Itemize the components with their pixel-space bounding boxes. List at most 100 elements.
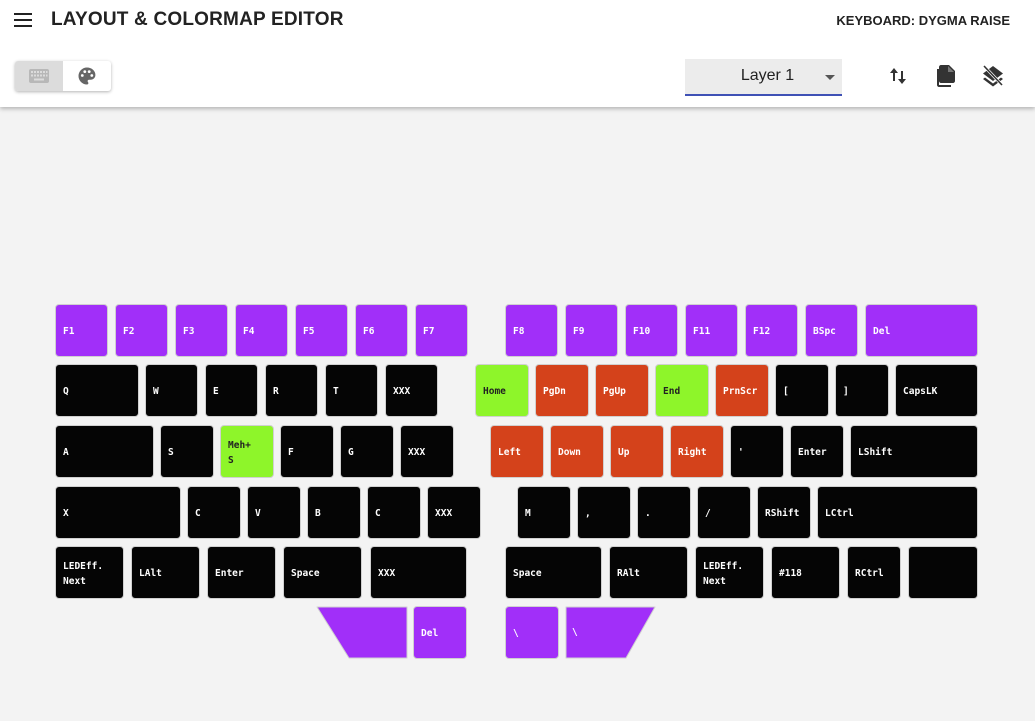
key[interactable]: F11	[685, 304, 738, 357]
key[interactable]: V	[247, 486, 301, 539]
key-label: Down	[558, 447, 581, 458]
key[interactable]: Space	[505, 546, 602, 599]
key[interactable]: C	[187, 486, 241, 539]
key[interactable]: T	[325, 364, 378, 417]
key-label: PrnScr	[723, 386, 758, 397]
key-label: Del	[421, 628, 439, 639]
key[interactable]: XXX	[427, 486, 481, 539]
key-label: Del	[873, 326, 891, 337]
key[interactable]	[908, 546, 978, 599]
key[interactable]: ]	[835, 364, 889, 417]
key[interactable]: F4	[235, 304, 288, 357]
key[interactable]: Right	[670, 425, 724, 478]
key[interactable]: Del	[413, 606, 467, 659]
key[interactable]: F9	[565, 304, 618, 357]
key-label: F6	[363, 326, 375, 337]
key[interactable]: '	[730, 425, 784, 478]
key[interactable]: PgUp	[595, 364, 649, 417]
key[interactable]: RAlt	[609, 546, 688, 599]
key[interactable]: F12	[745, 304, 798, 357]
key[interactable]: Q	[55, 364, 139, 417]
key[interactable]: F8	[505, 304, 558, 357]
key-label: LEDEff. Next	[703, 561, 744, 587]
key-label: .	[645, 508, 651, 519]
key-label: F2	[123, 326, 135, 337]
key[interactable]: S	[160, 425, 214, 478]
key-label: Space	[513, 568, 542, 579]
key-label: '	[738, 447, 744, 458]
key-label: R	[273, 386, 279, 397]
key[interactable]: BSpc	[805, 304, 858, 357]
key-label: F1	[63, 326, 75, 337]
key-label: F10	[633, 326, 651, 337]
key[interactable]: F7	[415, 304, 468, 357]
key[interactable]: XXX	[385, 364, 438, 417]
key-label: F11	[693, 326, 711, 337]
key[interactable]: B	[307, 486, 361, 539]
key[interactable]: LShift	[850, 425, 978, 478]
key-label: Enter	[215, 568, 244, 579]
key[interactable]: Home	[475, 364, 529, 417]
key-label: LShift	[858, 447, 893, 458]
key-label: C	[375, 508, 381, 519]
keyboard-layout: F1 F2 F3 F4 F5 F6 F7 F8 F9 F10 F11 F12 BSpc Del Q W E R T X…	[0, 0, 1035, 721]
key-label: LAlt	[139, 568, 162, 579]
key[interactable]: XXX	[400, 425, 454, 478]
key-label: LCtrl	[825, 508, 854, 519]
key-label: Home	[483, 386, 506, 397]
key[interactable]: RCtrl	[847, 546, 901, 599]
key[interactable]: F1	[55, 304, 108, 357]
key[interactable]: \	[565, 606, 656, 659]
key[interactable]: \	[505, 606, 559, 659]
key[interactable]: ,	[577, 486, 631, 539]
key[interactable]: F5	[295, 304, 348, 357]
key[interactable]: G	[340, 425, 394, 478]
key[interactable]: Del	[865, 304, 978, 357]
key-label: LEDEff. Next	[63, 561, 104, 587]
key[interactable]: R	[265, 364, 318, 417]
key[interactable]: F6	[355, 304, 408, 357]
key-label: Left	[498, 447, 521, 458]
key-label: X	[63, 508, 69, 519]
key[interactable]: A	[55, 425, 154, 478]
key[interactable]: LCtrl	[817, 486, 978, 539]
key-label: C	[195, 508, 201, 519]
key[interactable]: Meh+ S	[220, 425, 274, 478]
key-label: PgUp	[603, 386, 626, 397]
key[interactable]: Space	[283, 546, 362, 599]
key[interactable]: LAlt	[131, 546, 200, 599]
key-label: Q	[63, 386, 69, 397]
key[interactable]: X	[55, 486, 181, 539]
key-label: [	[783, 386, 789, 397]
key[interactable]: Enter	[207, 546, 276, 599]
key[interactable]	[316, 606, 408, 659]
key[interactable]: Left	[490, 425, 544, 478]
key[interactable]: Up	[610, 425, 664, 478]
key[interactable]: M	[517, 486, 571, 539]
key[interactable]: RShift	[757, 486, 811, 539]
key[interactable]: XXX	[370, 546, 467, 599]
key[interactable]: /	[697, 486, 751, 539]
key[interactable]: F3	[175, 304, 228, 357]
key[interactable]: LEDEff. Next	[695, 546, 764, 599]
key-label: \	[513, 628, 519, 639]
key[interactable]: F2	[115, 304, 168, 357]
key[interactable]: F	[280, 425, 334, 478]
key[interactable]: Enter	[790, 425, 844, 478]
key[interactable]: PgDn	[535, 364, 589, 417]
key[interactable]: [	[775, 364, 829, 417]
key[interactable]: E	[205, 364, 258, 417]
key[interactable]: LEDEff. Next	[55, 546, 124, 599]
key[interactable]: End	[655, 364, 709, 417]
key-shape	[565, 606, 656, 659]
key[interactable]: Down	[550, 425, 604, 478]
key[interactable]: W	[145, 364, 198, 417]
key-label: T	[333, 386, 339, 397]
key[interactable]: PrnScr	[715, 364, 769, 417]
key-label: F3	[183, 326, 195, 337]
key[interactable]: .	[637, 486, 691, 539]
key[interactable]: #118	[771, 546, 840, 599]
key[interactable]: C	[367, 486, 421, 539]
key[interactable]: F10	[625, 304, 678, 357]
key[interactable]: CapsLK	[895, 364, 978, 417]
